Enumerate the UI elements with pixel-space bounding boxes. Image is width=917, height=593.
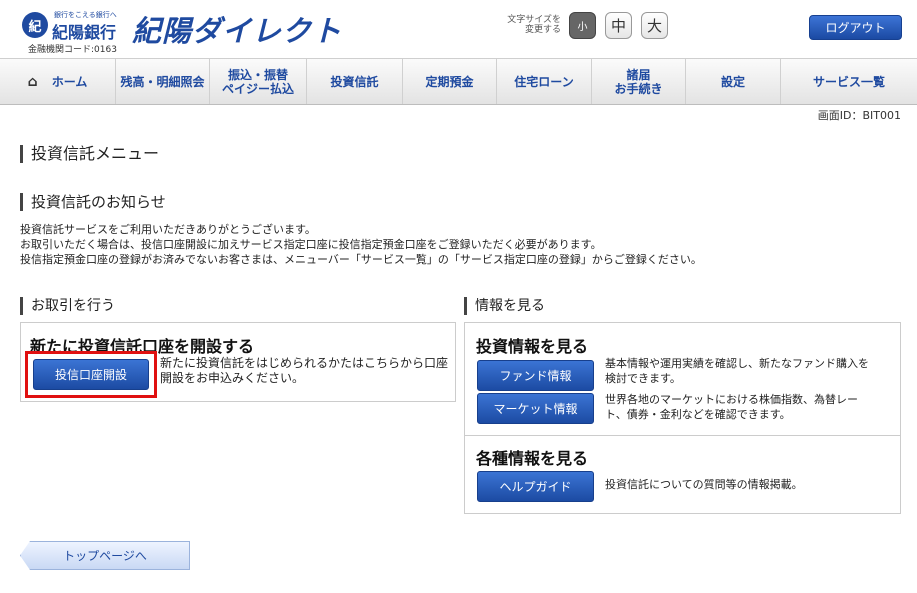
nav-settings[interactable]: 設定 — [686, 59, 781, 104]
font-size-label-line2: 変更する — [524, 25, 561, 35]
nav-transfer-label-2: ペイジー払込 — [221, 81, 294, 96]
bank-logo-icon: 紀 — [22, 12, 48, 38]
notice-line-1: 投資信託サービスをご利用いただきありがとうございます。 — [20, 223, 316, 236]
nav-procedures-label-2: お手続き — [614, 81, 663, 96]
home-icon: ⌂ — [27, 73, 38, 90]
other-info-title: 各種情報を見る — [476, 449, 589, 468]
logout-button[interactable]: ログアウト — [809, 15, 902, 40]
nav-services-label: サービス一覧 — [812, 74, 885, 89]
nav-home-label: ホーム — [51, 74, 88, 89]
nav-deposit-label: 定期預金 — [425, 74, 474, 89]
font-size-label: 文字サイズを 変更する — [503, 15, 561, 35]
font-size-label-line1: 文字サイズを — [507, 15, 561, 25]
nav-balance[interactable]: 残高・明細照会 — [116, 59, 210, 104]
top-page-button[interactable]: トップページへ — [20, 541, 190, 570]
nav-transfer-label-1: 振込・振替 — [227, 67, 288, 82]
font-size-large-button[interactable]: 大 — [641, 12, 668, 39]
global-nav: ⌂ ホーム 残高・明細照会 振込・振替 ペイジー払込 投資信託 定期預金 住宅ロ… — [0, 58, 917, 105]
nav-procedures-label-1: 諸届 — [626, 67, 651, 82]
fund-info-button[interactable]: ファンド情報 — [477, 360, 594, 391]
nav-services[interactable]: サービス一覧 — [781, 59, 917, 104]
nav-balance-label: 残高・明細照会 — [120, 74, 205, 89]
market-info-button[interactable]: マーケット情報 — [477, 393, 594, 424]
bank-name: 紀陽銀行 — [52, 23, 117, 42]
nav-loan-label: 住宅ローン — [514, 74, 574, 89]
help-guide-button[interactable]: ヘルプガイド — [477, 471, 594, 502]
open-account-button[interactable]: 投信口座開設 — [33, 359, 149, 390]
nav-transfer[interactable]: 振込・振替 ペイジー払込 — [210, 59, 307, 104]
nav-loan[interactable]: 住宅ローン — [497, 59, 592, 104]
nav-investment[interactable]: 投資信託 — [307, 59, 403, 104]
font-size-medium-button[interactable]: 中 — [605, 12, 632, 39]
market-info-description: 世界各地のマーケットにおける株価指数、為替レート、債券・金利などを確認できます。 — [605, 393, 858, 421]
bank-code: 金融機関コード:0163 — [28, 45, 117, 55]
nav-deposit[interactable]: 定期預金 — [403, 59, 497, 104]
notice-text: 投資信託サービスをご利用いただきありがとうございます。 お取引いただく場合は、投… — [20, 222, 702, 267]
open-account-description: 新たに投資信託をはじめられるかたはこちらから口座開設をお申込みください。 — [160, 356, 449, 385]
trade-heading: お取引を行う — [20, 297, 115, 315]
service-logo[interactable]: 紀陽ダイレクト — [132, 8, 342, 50]
screen-id: 画面ID：BIT001 — [817, 109, 901, 122]
help-guide-description: 投資信託についての質問等の情報掲載。 — [605, 478, 803, 491]
notice-line-2: お取引いただく場合は、投信口座開設に加えサービス指定口座に投信指定預金口座をご登… — [20, 238, 602, 251]
info-heading: 情報を見る — [464, 297, 545, 315]
nav-procedures[interactable]: 諸届 お手続き — [592, 59, 686, 104]
nav-home[interactable]: ⌂ ホーム — [0, 59, 116, 104]
investment-info-title: 投資情報を見る — [476, 337, 589, 356]
info-divider — [465, 435, 900, 436]
nav-investment-label: 投資信託 — [330, 74, 379, 89]
notice-heading: 投資信託のお知らせ — [20, 193, 166, 211]
nav-settings-label: 設定 — [720, 74, 745, 89]
fund-info-description: 基本情報や運用実績を確認し、新たなファンド購入を検討できます。 — [605, 357, 869, 385]
notice-line-3: 投信指定預金口座の登録がお済みでないお客さまは、メニューバー「サービス一覧」の「… — [20, 253, 702, 266]
font-size-small-button[interactable]: 小 — [569, 12, 596, 39]
page-title: 投資信託メニュー — [20, 145, 159, 163]
